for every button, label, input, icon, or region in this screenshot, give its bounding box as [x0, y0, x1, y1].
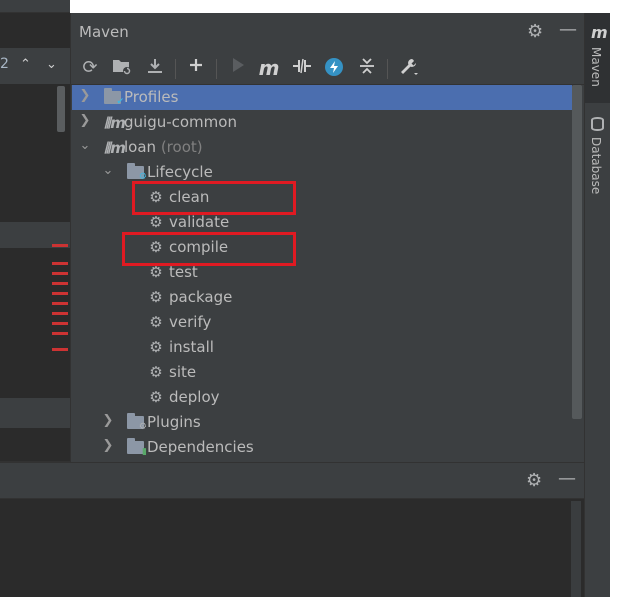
error-marker[interactable]: [52, 292, 68, 295]
maven-tool-window: Maven ⚙ — ⟳ m ❯ ✔ Profiles ❯ ⫴m guigu-co…: [70, 13, 585, 462]
tree-item-profiles[interactable]: ❯ ✔ Profiles: [72, 85, 572, 110]
run-icon[interactable]: [227, 57, 249, 79]
maven-icon: m: [591, 23, 608, 42]
error-marker[interactable]: [52, 348, 68, 351]
tree-item-loan[interactable]: ⌄ ⫴m loan (root): [72, 135, 572, 160]
gear-icon: ⚙: [149, 213, 163, 231]
error-marker[interactable]: [52, 262, 68, 265]
maven-module-icon: ⫴m: [104, 114, 126, 132]
plugins-folder-icon: ⚙: [127, 413, 147, 432]
tree-item-sublabel: (root): [160, 138, 203, 156]
gear-icon: ⚙: [149, 363, 163, 381]
tree-item-label: verify: [169, 313, 212, 331]
lifecycle-folder-icon: ⚙: [127, 163, 147, 182]
tree-item-dependencies[interactable]: ❯ ▮ Dependencies: [72, 435, 572, 460]
lifecycle-goal-install[interactable]: ⚙ install: [72, 335, 572, 360]
toolbar-separator: [387, 59, 388, 79]
chevron-right-icon[interactable]: ❯: [101, 438, 115, 453]
tab-database[interactable]: Database: [589, 137, 603, 194]
maven-title: Maven: [79, 23, 129, 41]
tree-item-label: Plugins: [147, 413, 201, 431]
gear-icon: ⚙: [149, 288, 163, 306]
gear-icon: ⚙: [149, 338, 163, 356]
tree-item-label: install: [169, 338, 214, 356]
database-icon: [591, 117, 604, 131]
bottom-tool-panel: ⚙ —: [0, 462, 584, 597]
maven-project-tree: ❯ ✔ Profiles ❯ ⫴m guigu-common ⌄ ⫴m loan…: [71, 85, 582, 462]
tab-maven[interactable]: m Maven: [585, 13, 611, 103]
maven-goal-icon[interactable]: m: [258, 57, 280, 79]
editor-top-strip: [0, 0, 70, 13]
chevron-up-icon[interactable]: ⌃: [20, 57, 31, 72]
lifecycle-goal-deploy[interactable]: ⚙ deploy: [72, 385, 572, 410]
maven-header: Maven ⚙ —: [71, 13, 585, 51]
tree-item-label: guigu-common: [124, 113, 237, 131]
chevron-down-icon[interactable]: ⌄: [101, 163, 115, 178]
error-marker[interactable]: [52, 332, 68, 335]
error-marker[interactable]: [52, 272, 68, 275]
right-tool-strip: m Maven Database: [584, 13, 611, 597]
chevron-right-icon[interactable]: ❯: [78, 88, 92, 103]
tree-item-label: Profiles: [124, 88, 179, 106]
lifecycle-goal-site[interactable]: ⚙ site: [72, 360, 572, 385]
add-icon[interactable]: [185, 57, 207, 79]
error-marker[interactable]: [52, 312, 68, 315]
toolbar-separator: [175, 59, 176, 79]
highlight-box-clean: [132, 181, 296, 215]
editor-line-number: 2: [0, 56, 9, 72]
tree-item-name: loan: [124, 138, 157, 156]
skip-tests-icon[interactable]: [323, 57, 345, 79]
collapse-all-icon[interactable]: [356, 57, 378, 79]
lifecycle-goal-package[interactable]: ⚙ package: [72, 285, 572, 310]
dependencies-folder-icon: ▮: [127, 438, 147, 457]
profiles-folder-icon: ✔: [104, 88, 124, 107]
bottom-panel-scrollbar[interactable]: [571, 501, 581, 597]
chevron-down-icon[interactable]: ⌄: [78, 138, 92, 153]
tree-item-label: deploy: [169, 388, 220, 406]
window-edge: [610, 0, 618, 597]
gear-icon[interactable]: ⚙: [527, 23, 543, 41]
editor-band: [0, 398, 70, 428]
chevron-right-icon[interactable]: ❯: [101, 413, 115, 428]
bottom-panel-header: ⚙ —: [0, 463, 584, 499]
tree-item-label: Lifecycle: [147, 163, 213, 181]
tree-item-label: loan (root): [124, 138, 203, 156]
tree-item-label: Dependencies: [147, 438, 254, 456]
maven-toolbar: ⟳ m: [71, 51, 585, 85]
reload-icon[interactable]: ⟳: [79, 57, 101, 79]
tab-maven-label: Maven: [589, 47, 603, 87]
lifecycle-goal-verify[interactable]: ⚙ verify: [72, 310, 572, 335]
tree-item-guigu-common[interactable]: ❯ ⫴m guigu-common: [72, 110, 572, 135]
highlight-box-compile: [122, 232, 296, 266]
chevron-right-icon[interactable]: ❯: [78, 113, 92, 128]
tree-scrollbar[interactable]: [572, 85, 582, 419]
settings-wrench-icon[interactable]: [398, 57, 420, 79]
error-marker[interactable]: [52, 322, 68, 325]
editor-area: 2 ⌃ ⌄: [0, 0, 70, 462]
toolbar-separator: [216, 59, 217, 79]
tree-item-plugins[interactable]: ❯ ⚙ Plugins: [72, 410, 572, 435]
download-icon[interactable]: [144, 57, 166, 79]
chevron-down-icon[interactable]: ⌄: [46, 57, 57, 72]
tree-item-label: validate: [169, 213, 230, 231]
gear-icon[interactable]: ⚙: [526, 472, 542, 490]
gear-icon: ⚙: [149, 313, 163, 331]
editor-scrollbar[interactable]: [57, 86, 65, 132]
editor-nav-bar: [0, 48, 70, 84]
gear-icon: ⚙: [149, 388, 163, 406]
error-marker[interactable]: [52, 282, 68, 285]
toggle-offline-icon[interactable]: [291, 57, 313, 79]
maven-module-icon: ⫴m: [104, 139, 126, 157]
tree-item-label: site: [169, 363, 197, 381]
error-marker[interactable]: [52, 244, 68, 247]
generate-sources-icon[interactable]: [111, 57, 133, 79]
minimize-icon[interactable]: —: [558, 470, 576, 488]
tree-item-label: package: [169, 288, 233, 306]
error-marker[interactable]: [52, 302, 68, 305]
minimize-icon[interactable]: —: [559, 21, 577, 39]
